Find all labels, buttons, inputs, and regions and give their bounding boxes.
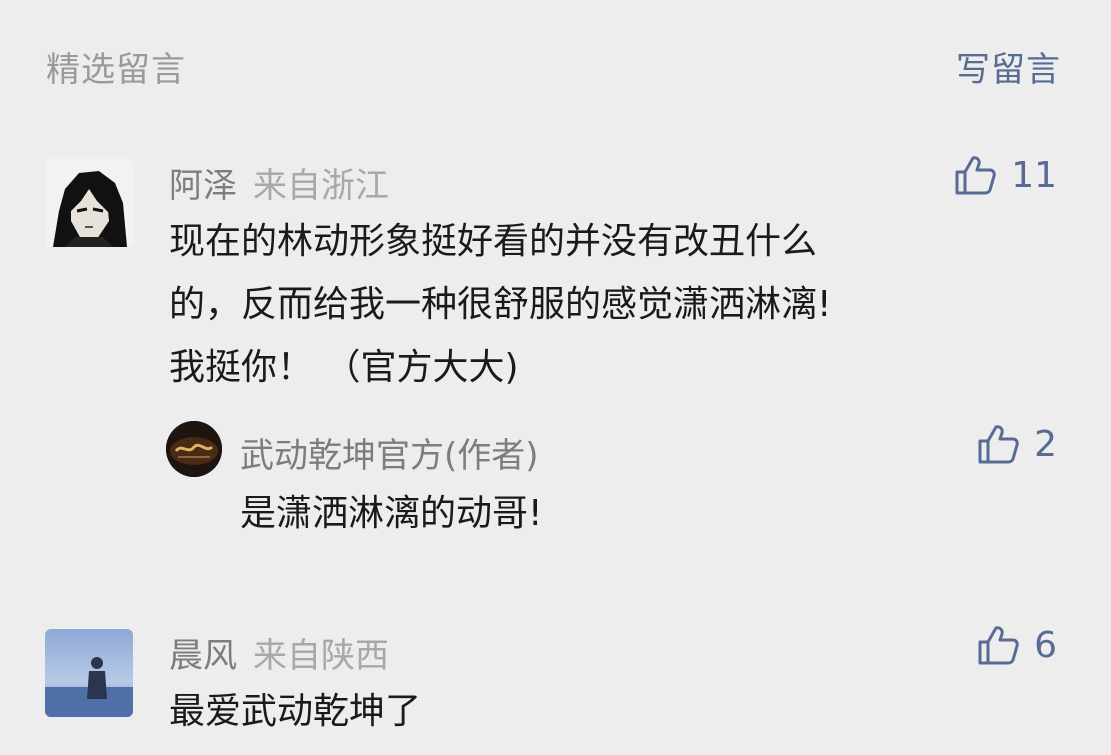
avatar[interactable] bbox=[45, 159, 133, 247]
comment-author-name: 晨风 bbox=[169, 636, 237, 676]
comment-content-line: 我挺你！ （官方大大) bbox=[169, 347, 519, 388]
reply-avatar[interactable] bbox=[166, 421, 222, 477]
like-button[interactable]: 11 bbox=[953, 153, 1057, 197]
landscape-avatar-icon bbox=[45, 629, 133, 717]
comment-content-line: 现在的林动形象挺好看的并没有改丑什么 bbox=[169, 221, 818, 262]
comment-content: 现在的林动形象挺好看的并没有改丑什么 的，反而给我一种很舒服的感觉潇洒淋漓! 我… bbox=[169, 210, 1049, 399]
reply-like-count: 2 bbox=[1034, 423, 1057, 465]
comment-location: 来自浙江 bbox=[253, 166, 389, 206]
thumbs-up-icon bbox=[978, 626, 1019, 665]
thumbs-up-icon bbox=[978, 425, 1019, 464]
comment-content: 最爱武动乾坤了 bbox=[169, 691, 422, 732]
comment-author-line: 阿泽 来自浙江 bbox=[169, 158, 389, 207]
comment-author-name: 阿泽 bbox=[169, 166, 237, 206]
comment-author-line: 晨风 来自陕西 bbox=[169, 628, 389, 677]
anime-avatar-icon bbox=[45, 159, 133, 247]
reply-author-line: 武动乾坤官方(作者) bbox=[240, 428, 539, 477]
like-count: 11 bbox=[1011, 154, 1057, 196]
reply-like-button[interactable]: 2 bbox=[976, 422, 1057, 466]
featured-comments-page: 精选留言 写留言 阿泽 来自浙江 11 现在的林动形象挺好看的并没有改丑什么 的，… bbox=[0, 0, 1111, 755]
like-button[interactable]: 6 bbox=[976, 623, 1057, 667]
comment-content-line: 的，反而给我一种很舒服的感觉潇洒淋漓! bbox=[169, 284, 832, 325]
reply-author-name: 武动乾坤官方(作者) bbox=[240, 436, 539, 476]
official-logo-icon bbox=[166, 421, 222, 477]
write-comment-button[interactable]: 写留言 bbox=[956, 42, 1061, 91]
avatar[interactable] bbox=[45, 629, 133, 717]
section-title: 精选留言 bbox=[46, 50, 186, 90]
like-count: 6 bbox=[1034, 624, 1057, 666]
reply-content: 是潇洒淋漓的动哥! bbox=[240, 493, 543, 534]
thumbs-up-icon bbox=[955, 156, 996, 195]
comment-location: 来自陕西 bbox=[253, 636, 389, 676]
